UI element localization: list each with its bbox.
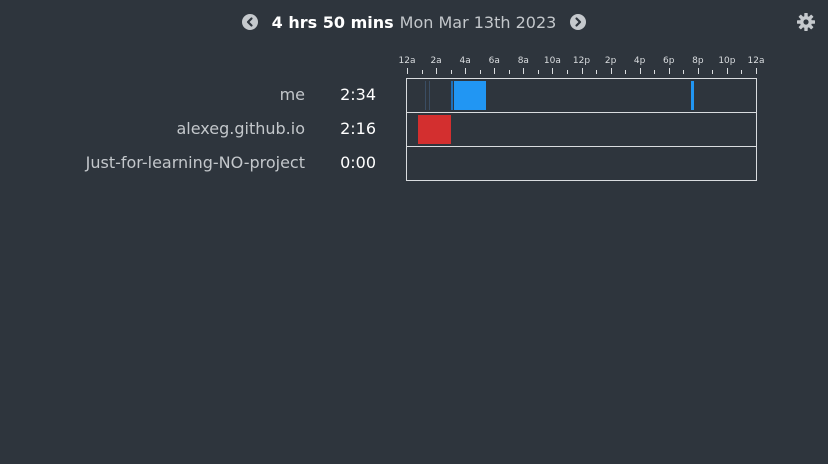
- tick-mark: [625, 70, 627, 74]
- tick-mark: [537, 70, 539, 74]
- tick-mark: [741, 70, 743, 74]
- tick-mark: [596, 70, 598, 74]
- prev-day-button[interactable]: [241, 14, 258, 30]
- gear-icon: [797, 13, 815, 31]
- tick-mark: [552, 68, 554, 74]
- tick-label: 4a: [459, 56, 471, 66]
- project-name[interactable]: me: [280, 85, 305, 104]
- date-label: Mon Mar 13th 2023: [399, 12, 557, 32]
- tick-label: 6p: [663, 56, 675, 66]
- tick-mark: [756, 68, 757, 74]
- tick-mark: [465, 68, 467, 74]
- tick-mark: [610, 68, 612, 74]
- tick-label: 12p: [572, 56, 591, 66]
- tick-mark: [654, 70, 656, 74]
- tick-mark: [566, 70, 568, 74]
- tick-mark: [683, 70, 685, 74]
- project-time: 2:16: [340, 119, 376, 138]
- tick-mark: [479, 70, 481, 74]
- tick-mark: [450, 70, 452, 74]
- chevron-left-icon: [246, 17, 253, 27]
- tick-label: 10a: [543, 56, 561, 66]
- project-time: 2:34: [340, 85, 376, 104]
- tick-mark: [523, 68, 525, 74]
- tick-label: 12a: [398, 56, 416, 66]
- timeline-axis: 12a 2a 4a 6a 8a 10a 12p 2p 4p 6p 8p 10p 12a: [399, 56, 764, 74]
- next-day-button[interactable]: [570, 14, 587, 30]
- tick-mark: [726, 68, 728, 74]
- tick-label: 8a: [517, 56, 529, 66]
- settings-button[interactable]: [796, 12, 816, 32]
- project-name[interactable]: Just-for-learning-NO-project: [86, 153, 305, 172]
- tick-label: 10p: [718, 56, 736, 66]
- total-time: 4 hrs 50 mins: [271, 12, 394, 32]
- tick-mark: [712, 70, 714, 74]
- timeline-track[interactable]: [406, 78, 757, 113]
- activity-segment[interactable]: [428, 81, 430, 110]
- header: 4 hrs 50 mins Mon Mar 13th 2023: [0, 9, 828, 35]
- project-name[interactable]: alexeg.github.io: [176, 119, 305, 138]
- activity-segment[interactable]: [417, 115, 452, 144]
- tick-label: 2a: [430, 56, 442, 66]
- tick-label: 6a: [488, 56, 500, 66]
- activity-segment[interactable]: [453, 81, 486, 110]
- tick-mark: [407, 68, 408, 74]
- tick-label: 8p: [692, 56, 704, 66]
- tick-mark: [697, 68, 699, 74]
- tick-mark: [639, 68, 641, 74]
- tick-mark: [581, 68, 583, 74]
- timeline-track[interactable]: [406, 146, 757, 181]
- timeline-track[interactable]: [406, 112, 757, 147]
- tick-mark: [436, 68, 438, 74]
- chevron-right-icon: [575, 17, 582, 27]
- tick-label: 4p: [633, 56, 646, 66]
- project-time: 0:00: [340, 153, 376, 172]
- activity-segment[interactable]: [425, 81, 427, 110]
- tick-label: 12a: [747, 56, 765, 66]
- activity-segment[interactable]: [690, 81, 695, 110]
- tick-mark: [668, 68, 670, 74]
- tick-mark: [508, 70, 510, 74]
- tick-label: 2p: [604, 56, 617, 66]
- tick-mark: [421, 70, 423, 74]
- tick-mark: [494, 68, 496, 74]
